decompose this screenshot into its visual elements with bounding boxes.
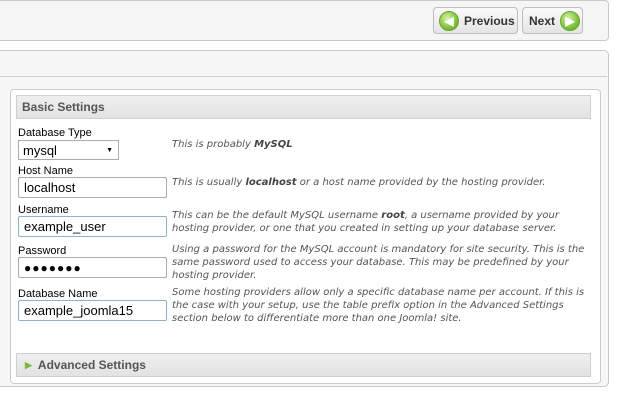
panel-divider — [0, 76, 607, 77]
next-button-label: Next — [529, 13, 556, 28]
password-hint: Using a password for the MySQL account i… — [172, 244, 585, 281]
basic-settings-header: Basic Settings — [16, 95, 591, 119]
advanced-settings-title: Advanced Settings — [37, 358, 146, 372]
host-name-label: Host Name — [18, 165, 74, 177]
advanced-settings-toggle[interactable]: ▶ Advanced Settings — [16, 353, 591, 377]
password-label: Password — [18, 245, 67, 257]
database-type-value: mysql — [23, 142, 57, 158]
arrow-right-icon: ▶ — [560, 10, 581, 31]
previous-button-label: Previous — [464, 13, 515, 28]
arrow-left-icon: ◀ — [439, 10, 459, 31]
database-name-label: Database Name — [18, 288, 98, 300]
database-name-input[interactable] — [18, 300, 167, 321]
expand-triangle-icon: ▶ — [25, 359, 32, 370]
database-type-label: Database Type — [18, 127, 92, 139]
basic-settings-title: Basic Settings — [22, 100, 105, 114]
dropdown-caret-icon: ▼ — [106, 146, 113, 154]
username-label: Username — [18, 204, 69, 216]
next-button[interactable]: Next ▶ — [522, 7, 583, 34]
database-name-hint: Some hosting providers allow only a spec… — [172, 287, 585, 324]
database-type-select[interactable]: mysql ▼ — [18, 140, 119, 160]
host-name-input[interactable] — [18, 177, 167, 198]
username-input[interactable] — [18, 216, 167, 237]
previous-button[interactable]: ◀ Previous — [433, 7, 518, 34]
host-name-hint: This is usually localhost or a host name… — [172, 177, 546, 188]
password-input[interactable]: ●●●●●●● — [18, 257, 167, 278]
navigation-panel: ◀ Previous Next ▶ — [0, 0, 609, 41]
database-type-hint: This is probably MySQL — [172, 139, 293, 150]
username-hint: This can be the default MySQL username r… — [172, 210, 559, 234]
